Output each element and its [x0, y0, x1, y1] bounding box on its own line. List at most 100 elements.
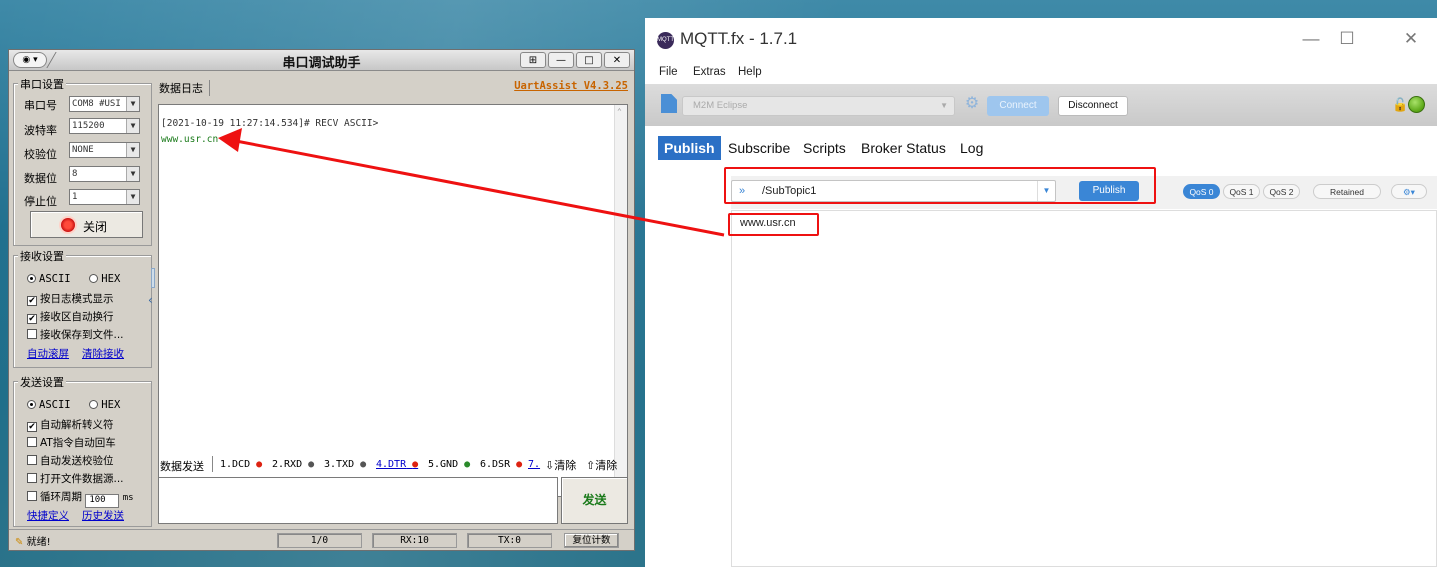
data-log-tab[interactable]: 数据日志 — [159, 80, 210, 96]
at-auto-cr-option[interactable]: AT指令自动回车 — [27, 435, 116, 450]
receive-log-area[interactable]: [2021-10-19 11:27:14.534]# RECV ASCII> w… — [158, 104, 628, 497]
tab-scripts[interactable]: Scripts — [803, 136, 846, 160]
options-gear-icon[interactable]: ⚙▾ — [1391, 184, 1427, 199]
port-select[interactable]: COM8 #USI ▼ — [69, 96, 140, 112]
auto-checksum-checkbox[interactable] — [27, 455, 37, 465]
menu-help[interactable]: Help — [738, 66, 762, 78]
log-mode-option[interactable]: ✔ 按日志模式显示 — [27, 291, 114, 306]
broker-profile-select[interactable]: M2M Eclipse ▼ — [682, 96, 955, 116]
more-signals-link[interactable]: 7. — [528, 459, 540, 470]
auto-newline-checkbox[interactable]: ✔ — [27, 314, 37, 324]
databits-label: 数据位 — [24, 172, 57, 185]
stopbits-select[interactable]: 1 ▼ — [69, 189, 140, 205]
gnd-signal[interactable]: 5.GND ● — [428, 459, 470, 470]
auto-escape-option[interactable]: ✔ 自动解析转义符 — [27, 417, 114, 432]
clear-all-button[interactable]: ⇧清除 — [586, 457, 617, 473]
baud-select[interactable]: 115200 ▼ — [69, 118, 140, 134]
serial-status-bar: ✎ 就绪! 1/0 RX:10 TX:0 复位计数 — [9, 529, 634, 550]
dsr-signal[interactable]: 6.DSR ● — [480, 459, 522, 470]
receive-ascii-label: ASCII — [39, 273, 71, 285]
payload-editor[interactable]: www.usr.cn — [731, 210, 1437, 567]
mqtt-toolbar: M2M Eclipse ▼ ⚙ Connect Disconnect 🔓 — [645, 84, 1437, 126]
qos0-toggle[interactable]: QoS 0 — [1183, 184, 1220, 199]
databits-select[interactable]: 8 ▼ — [69, 166, 140, 182]
dtr-label: 4.DTR — [376, 459, 407, 470]
reset-count-button[interactable]: 复位计数 — [564, 533, 619, 548]
dcd-signal[interactable]: 1.DCD ● — [220, 459, 262, 470]
send-ascii-radio[interactable] — [27, 400, 36, 409]
tab-log[interactable]: Log — [960, 136, 983, 160]
minimize-button[interactable]: — — [548, 52, 574, 68]
send-button[interactable]: 发送 — [561, 477, 628, 524]
close-icon[interactable]: ✕ — [604, 52, 630, 68]
receive-settings-title: 接收设置 — [18, 248, 66, 264]
minimize-button[interactable]: — — [1297, 26, 1325, 54]
save-to-file-checkbox[interactable] — [27, 329, 37, 339]
txd-label: 3.TXD — [324, 459, 355, 470]
close-icon[interactable]: ✕ — [1397, 26, 1425, 54]
chevron-down-icon: ▼ — [126, 190, 139, 204]
maximize-button[interactable]: □ — [576, 52, 602, 68]
panel-splitter[interactable] — [151, 268, 155, 288]
save-to-file-option[interactable]: 接收保存到文件... — [27, 327, 124, 342]
clear-send-button[interactable]: ⇩清除 — [545, 457, 576, 473]
pin-icon[interactable]: ⊞ — [520, 52, 546, 68]
unlock-icon: 🔓 — [1392, 97, 1409, 112]
port-status-icon — [61, 218, 75, 232]
history-link[interactable]: 历史发送 — [82, 508, 124, 523]
version-link[interactable]: UartAssist V4.3.25 — [514, 80, 628, 92]
clear-up-icon: ⇧ — [586, 459, 596, 472]
tab-subscribe[interactable]: Subscribe — [728, 136, 790, 160]
auto-checksum-option[interactable]: 自动发送校验位 — [27, 453, 114, 468]
open-file-option[interactable]: 打开文件数据源... — [27, 471, 124, 486]
gear-icon[interactable]: ⚙ — [963, 95, 981, 113]
scroll-up-icon[interactable]: ⌃ — [617, 107, 622, 116]
send-input[interactable] — [158, 477, 558, 524]
chevron-down-icon: ▼ — [126, 167, 139, 181]
mqtt-app-icon: MQTT — [657, 32, 674, 49]
cycle-unit: ms — [122, 493, 134, 503]
menu-extras[interactable]: Extras — [693, 66, 726, 78]
tab-broker-status[interactable]: Broker Status — [861, 136, 946, 160]
qos2-toggle[interactable]: QoS 2 — [1263, 184, 1300, 199]
dtr-signal[interactable]: 4.DTR ● — [376, 459, 418, 470]
auto-newline-option[interactable]: ✔ 接收区自动换行 — [27, 309, 114, 324]
log-mode-checkbox[interactable]: ✔ — [27, 296, 37, 306]
mqtt-menubar: File Extras Help — [645, 63, 1437, 83]
stopbits-value: 1 — [72, 192, 78, 202]
disconnect-button[interactable]: Disconnect — [1058, 96, 1128, 116]
menu-file[interactable]: File — [659, 66, 678, 78]
retained-toggle[interactable]: Retained — [1313, 184, 1381, 199]
connection-profile-icon[interactable] — [661, 94, 677, 113]
qos1-toggle[interactable]: QoS 1 — [1223, 184, 1260, 199]
receive-hex-radio[interactable] — [89, 274, 99, 283]
open-file-checkbox[interactable] — [27, 473, 37, 483]
maximize-button[interactable]: ☐ — [1333, 26, 1361, 54]
collapse-arrow-icon[interactable]: ‹ — [148, 293, 153, 307]
dsr-label: 6.DSR — [480, 459, 511, 470]
log-scrollbar[interactable]: ⌃ ⌄ — [614, 105, 627, 496]
clear-receive-link[interactable]: 清除接收 — [82, 346, 124, 361]
txd-signal[interactable]: 3.TXD ● — [324, 459, 366, 470]
connect-button[interactable]: Connect — [987, 96, 1049, 116]
at-auto-cr-checkbox[interactable] — [27, 437, 37, 447]
send-format-option: ASCII HEX — [27, 399, 120, 411]
rxd-signal[interactable]: 2.RXD ● — [272, 459, 314, 470]
receive-ascii-radio[interactable] — [27, 274, 36, 283]
cycle-input[interactable]: 100 — [85, 494, 120, 508]
receive-format-option: ASCII HEX — [27, 273, 120, 285]
auto-escape-checkbox[interactable]: ✔ — [27, 422, 37, 432]
cycle-checkbox[interactable] — [27, 491, 37, 501]
close-port-button[interactable]: 关闭 — [30, 211, 143, 238]
status-ready-label: 就绪! — [26, 537, 51, 548]
dcd-label: 1.DCD — [220, 459, 251, 470]
dsr-led-icon: ● — [516, 459, 523, 470]
gnd-label: 5.GND — [428, 459, 459, 470]
send-hex-radio[interactable] — [89, 400, 99, 409]
auto-scroll-link[interactable]: 自动滚屏 — [27, 346, 69, 361]
parity-value: NONE — [72, 145, 94, 155]
stopbits-label: 停止位 — [24, 195, 57, 208]
quick-define-link[interactable]: 快捷定义 — [27, 508, 69, 523]
parity-select[interactable]: NONE ▼ — [69, 142, 140, 158]
tab-publish[interactable]: Publish — [658, 136, 721, 160]
